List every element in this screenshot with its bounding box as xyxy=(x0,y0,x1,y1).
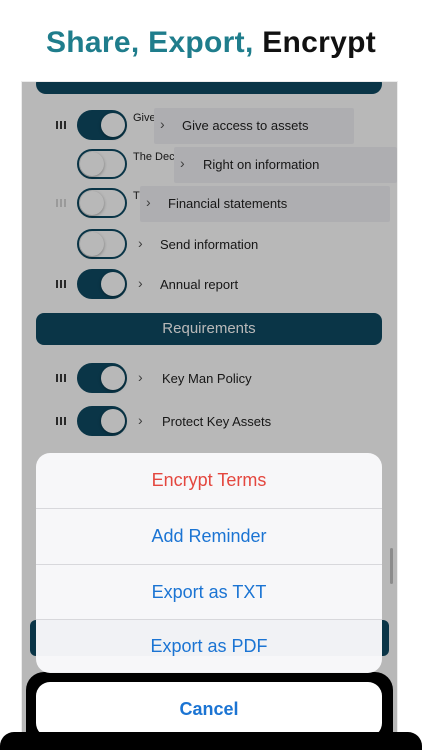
add-reminder-button[interactable]: Add Reminder xyxy=(36,509,382,564)
phone-screen: Give boo › Give access to assets The Dec… xyxy=(22,82,397,750)
encrypt-terms-button[interactable]: Encrypt Terms xyxy=(36,453,382,508)
cancel-button[interactable]: Cancel xyxy=(36,682,382,737)
screenshot-frame: Share, Export, Encrypt Give boo › Give a… xyxy=(0,0,422,750)
export-pdf-button[interactable]: Export as PDF xyxy=(36,619,382,673)
headline-share-export: Share, Export, xyxy=(45,26,263,59)
headline-encrypt: Encrypt xyxy=(262,26,377,59)
action-sheet: Encrypt Terms Add Reminder Export as TXT… xyxy=(36,453,382,673)
scrollbar[interactable] xyxy=(390,548,393,584)
phone-bezel xyxy=(0,732,422,750)
headline: Share, Export, Encrypt xyxy=(0,26,422,60)
export-txt-button[interactable]: Export as TXT xyxy=(36,565,382,620)
